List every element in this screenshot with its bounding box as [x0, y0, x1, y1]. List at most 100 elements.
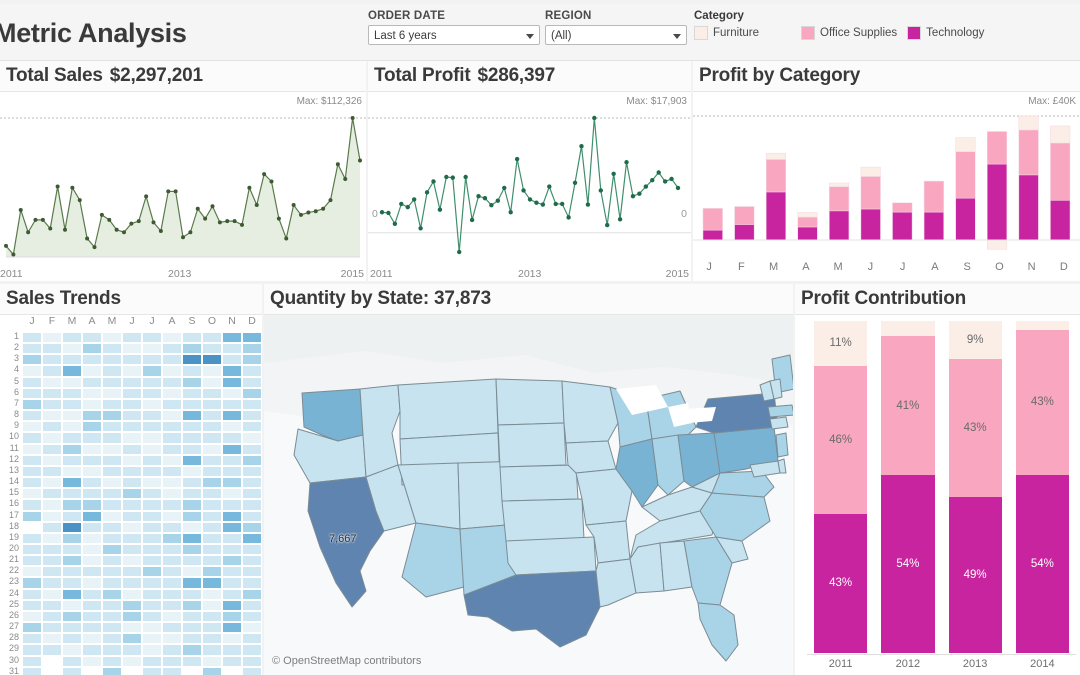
stacked-bar[interactable]: 9% 43% 49% [948, 321, 1002, 653]
heatmap-cell[interactable] [42, 588, 62, 600]
total-sales-sparkline[interactable] [0, 92, 366, 281]
heatmap-cell[interactable] [22, 365, 42, 377]
heatmap-cell[interactable] [22, 465, 42, 478]
heatmap-cell[interactable] [142, 376, 162, 388]
heatmap-cell[interactable] [22, 577, 42, 589]
heatmap-cell[interactable] [202, 610, 222, 623]
panel-quantity-by-state-body[interactable]: 7,667 © OpenStreetMap contributors [264, 315, 793, 675]
heatmap-cell[interactable] [222, 644, 242, 656]
heatmap-cell[interactable] [102, 655, 122, 667]
heatmap-cell[interactable] [222, 365, 242, 377]
heatmap-cell[interactable] [222, 532, 242, 544]
heatmap-cell[interactable] [182, 510, 202, 522]
heatmap-cell[interactable] [242, 398, 262, 411]
heatmap-cell[interactable] [62, 432, 82, 444]
heatmap-cell[interactable] [162, 521, 182, 533]
heatmap-cell[interactable] [162, 555, 182, 567]
stacked-bar-segment[interactable] [1015, 321, 1069, 331]
heatmap-cell[interactable] [62, 633, 82, 645]
heatmap-cell[interactable] [202, 365, 222, 377]
heatmap-cell[interactable] [142, 343, 162, 355]
heatmap-cell[interactable] [242, 666, 262, 675]
heatmap-cell[interactable] [42, 443, 62, 455]
heatmap-cell[interactable] [82, 398, 102, 411]
heatmap-cell[interactable] [42, 521, 62, 533]
legend-item-office-supplies[interactable]: Office Supplies [801, 26, 897, 40]
heatmap-cell[interactable] [242, 421, 262, 433]
heatmap-cell[interactable] [142, 577, 162, 589]
heatmap-cell[interactable] [242, 588, 262, 600]
heatmap-cell[interactable] [122, 644, 142, 656]
heatmap-cell[interactable] [82, 588, 102, 600]
heatmap-cell[interactable] [42, 465, 62, 478]
heatmap-cell[interactable] [222, 622, 242, 634]
heatmap-cell[interactable] [82, 365, 102, 377]
map-state-mississippi[interactable] [629, 542, 665, 594]
heatmap-cell[interactable] [162, 488, 182, 500]
stacked-bar-segment[interactable]: 46% [814, 365, 868, 514]
heatmap-cell[interactable] [222, 443, 242, 455]
heatmap-cell[interactable] [242, 521, 262, 533]
total-profit-sparkline[interactable] [368, 92, 691, 281]
heatmap-cell[interactable] [202, 477, 222, 489]
heatmap-cell[interactable] [202, 555, 222, 567]
heatmap-cell[interactable] [142, 666, 162, 675]
heatmap-cell[interactable] [82, 532, 102, 544]
heatmap-cell[interactable] [222, 332, 242, 344]
heatmap-cell[interactable] [62, 421, 82, 433]
stacked-bar-segment[interactable]: 9% [948, 321, 1002, 360]
heatmap-cell[interactable] [242, 387, 262, 399]
heatmap-cell[interactable] [182, 599, 202, 611]
heatmap-cell[interactable] [202, 421, 222, 433]
heatmap-cell[interactable] [222, 454, 242, 466]
heatmap-cell[interactable] [142, 332, 162, 344]
heatmap-cell[interactable] [62, 599, 82, 611]
heatmap-cell[interactable] [102, 510, 122, 522]
heatmap-cell[interactable] [122, 655, 142, 667]
heatmap-cell[interactable] [42, 499, 62, 511]
heatmap-cell[interactable] [82, 521, 102, 533]
heatmap-cell[interactable] [22, 588, 42, 600]
heatmap-cell[interactable] [222, 521, 242, 533]
heatmap-cell[interactable] [62, 655, 82, 667]
heatmap-cell[interactable] [62, 365, 82, 377]
heatmap-cell[interactable] [122, 488, 142, 500]
heatmap-cell[interactable] [162, 644, 182, 656]
heatmap-cell[interactable] [122, 555, 142, 567]
heatmap-cell[interactable] [102, 387, 122, 399]
heatmap-cell[interactable] [22, 354, 42, 366]
heatmap-cell[interactable] [102, 488, 122, 500]
heatmap-cell[interactable] [162, 543, 182, 556]
heatmap-cell[interactable] [222, 499, 242, 511]
heatmap-cell[interactable] [242, 410, 262, 422]
heatmap-cell[interactable] [82, 543, 102, 556]
heatmap-cell[interactable] [162, 499, 182, 511]
heatmap-cell[interactable] [22, 622, 42, 634]
heatmap-cell[interactable] [162, 410, 182, 422]
heatmap-cell[interactable] [242, 555, 262, 567]
heatmap-cell[interactable] [122, 443, 142, 455]
heatmap-cell[interactable] [242, 365, 262, 377]
map-state-north-dakota[interactable] [495, 378, 565, 426]
heatmap-cell[interactable] [42, 543, 62, 556]
heatmap-cell[interactable] [162, 610, 182, 623]
heatmap-cell[interactable] [42, 633, 62, 645]
heatmap-cell[interactable] [22, 454, 42, 466]
heatmap-cell[interactable] [122, 354, 142, 366]
heatmap-cell[interactable] [222, 398, 242, 411]
heatmap-cell[interactable] [82, 465, 102, 478]
heatmap-cell[interactable] [242, 343, 262, 355]
heatmap-cell[interactable] [82, 332, 102, 344]
heatmap-cell[interactable] [62, 521, 82, 533]
heatmap-cell[interactable] [62, 577, 82, 589]
map-state-connecticut[interactable] [769, 416, 789, 430]
heatmap-cell[interactable] [82, 599, 102, 611]
heatmap-cell[interactable] [202, 666, 222, 675]
heatmap-cell[interactable] [22, 633, 42, 645]
heatmap-cell[interactable] [102, 566, 122, 578]
heatmap-cell[interactable] [82, 343, 102, 355]
heatmap-cell[interactable] [122, 622, 142, 634]
heatmap-cell[interactable] [42, 477, 62, 489]
heatmap-cell[interactable] [82, 566, 102, 578]
heatmap-cell[interactable] [142, 443, 162, 455]
